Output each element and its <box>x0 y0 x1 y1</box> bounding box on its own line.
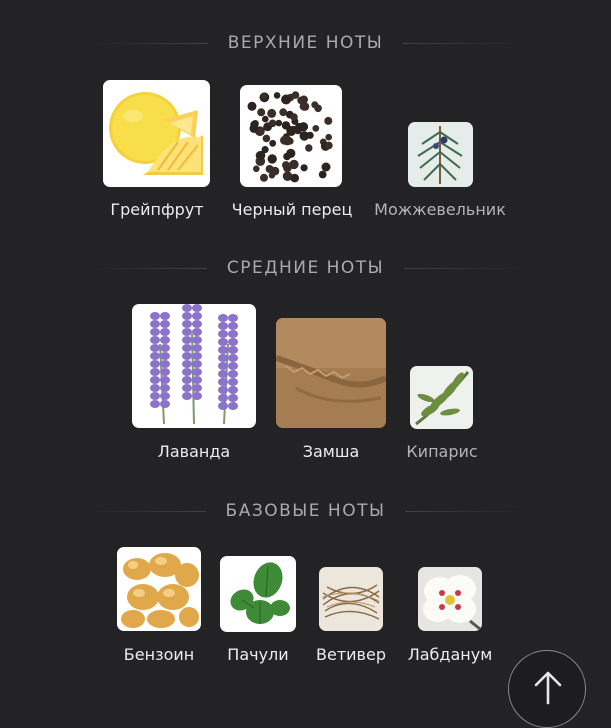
note-label: Ветивер <box>316 645 386 664</box>
note-label: Можжевельник <box>374 200 506 219</box>
labdanum-image <box>418 567 482 631</box>
lavender-image <box>132 304 256 428</box>
note-label: Черный перец <box>231 200 353 219</box>
suede-image <box>276 318 386 428</box>
note-label: Кипарис <box>406 442 478 461</box>
grapefruit-image <box>103 80 210 187</box>
juniper-image <box>408 122 473 187</box>
scroll-to-top-button[interactable] <box>508 650 586 728</box>
section-title: ВЕРХНИЕ НОТЫ <box>227 33 384 53</box>
section-title: СРЕДНИЕ НОТЫ <box>226 258 385 278</box>
section-title: БАЗОВЫЕ НОТЫ <box>225 501 386 521</box>
note-label: Пачули <box>227 645 289 664</box>
patchouli-image <box>220 556 296 632</box>
cypress-image <box>410 366 473 429</box>
note-label: Бензоин <box>123 645 195 664</box>
note-label: Замша <box>302 442 360 461</box>
black-pepper-image <box>240 85 342 187</box>
note-label: Лаванда <box>157 442 231 461</box>
note-label: Лабданум <box>407 645 493 664</box>
vetiver-image <box>319 567 383 631</box>
note-label: Грейпфрут <box>110 200 204 219</box>
benzoin-image <box>117 547 201 631</box>
section-heading-base: БАЗОВЫЕ НОТЫ <box>0 498 611 524</box>
section-heading-middle: СРЕДНИЕ НОТЫ <box>0 255 611 281</box>
section-heading-top: ВЕРХНИЕ НОТЫ <box>0 30 611 56</box>
